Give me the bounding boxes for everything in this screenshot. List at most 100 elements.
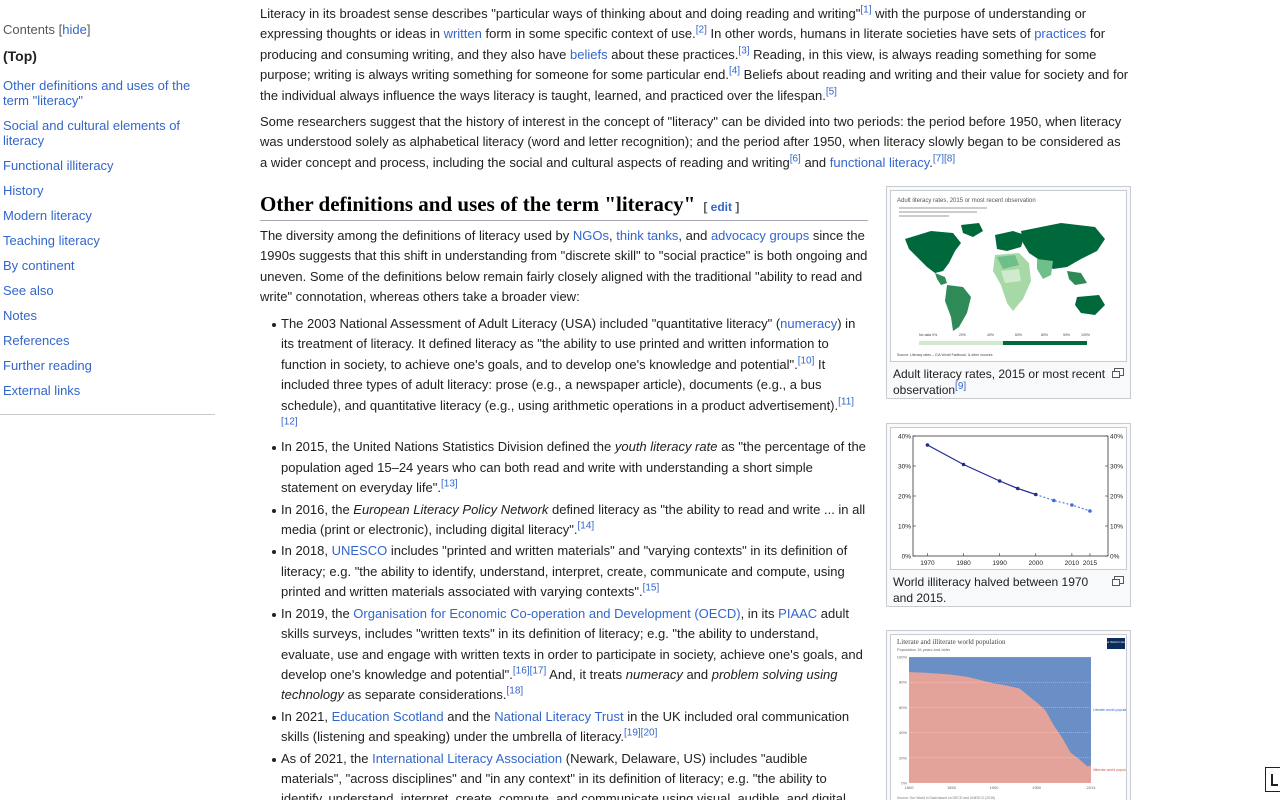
- toc-item-social-cultural[interactable]: Social and cultural elements of literacy: [0, 118, 215, 148]
- y-tick-label: 100%: [897, 655, 908, 660]
- citation-7-8[interactable]: [7][8]: [933, 153, 955, 164]
- citation-14[interactable]: [14]: [578, 521, 595, 532]
- y-tick-label-right: 0%: [1110, 554, 1120, 561]
- map-caption: Adult literacy rates, 2015 or most recen…: [890, 362, 1127, 400]
- y-tick-label-left: 40%: [898, 434, 911, 441]
- link-beliefs[interactable]: beliefs: [570, 47, 608, 62]
- text-run: Literacy in its broadest sense describes…: [260, 6, 861, 21]
- toc-item-teaching-literacy[interactable]: Teaching literacy: [0, 233, 215, 248]
- citation-16-17[interactable]: [16][17]: [513, 666, 546, 677]
- link-ngos[interactable]: NGOs: [573, 228, 609, 243]
- link-practices[interactable]: practices: [1034, 26, 1086, 41]
- link-written[interactable]: written: [444, 26, 482, 41]
- link-numeracy[interactable]: numeracy: [780, 316, 837, 331]
- link-think-tanks[interactable]: think tanks: [616, 228, 678, 243]
- toc-item-functional-illiteracy[interactable]: Functional illiteracy: [0, 158, 215, 173]
- intro-paragraph-1: Literacy in its broadest sense describes…: [260, 4, 1130, 106]
- text-run: about these practices.: [607, 46, 739, 62]
- map-legend-label: 90%: [1063, 333, 1070, 337]
- list-item: In 2019, the Organisation for Economic C…: [260, 604, 868, 706]
- link-education-scotland[interactable]: Education Scotland: [332, 709, 444, 724]
- y-tick-label-left: 30%: [898, 464, 911, 471]
- map-image[interactable]: Adult literacy rates, 2015 or most recen…: [890, 190, 1127, 362]
- text-run: Some researchers suggest that the histor…: [260, 114, 1122, 170]
- toc-item-see-also[interactable]: See also: [0, 283, 215, 298]
- text-run: The diversity among the definitions of l…: [260, 228, 573, 243]
- text-run: In other words, humans in literate socie…: [706, 26, 1035, 42]
- map-description-line: [899, 215, 949, 217]
- enlarge-icon[interactable]: [1112, 576, 1124, 586]
- y-tick-label-right: 20%: [1110, 494, 1123, 501]
- link-functional-literacy[interactable]: functional literacy: [830, 155, 929, 170]
- edit-section-link[interactable]: edit: [711, 200, 732, 214]
- link-advocacy-groups[interactable]: advocacy groups: [711, 228, 809, 243]
- map-description-line: [899, 211, 977, 213]
- citation-1[interactable]: [1]: [860, 5, 871, 16]
- map-source: Source: Literacy rates – CIA World Factb…: [897, 353, 993, 357]
- citation-2[interactable]: [2]: [696, 25, 707, 36]
- literacy-map-svg: Adult literacy rates, 2015 or most recen…: [897, 198, 1105, 357]
- citation-5[interactable]: [5]: [826, 86, 837, 97]
- link-unesco[interactable]: UNESCO: [332, 543, 388, 558]
- toc-toggle-icon[interactable]: [1265, 767, 1280, 792]
- plot-frame: [912, 435, 1109, 557]
- map-legend-label: 100%: [1081, 333, 1090, 337]
- toc-item-by-continent[interactable]: By continent: [0, 258, 215, 273]
- citation-4[interactable]: [4]: [729, 66, 740, 77]
- map-title: Adult literacy rates, 2015 or most recen…: [897, 198, 1036, 204]
- link-piaac[interactable]: PIAAC: [778, 606, 817, 621]
- toc-hide-link[interactable]: hide: [62, 22, 87, 37]
- citation-19-20[interactable]: [19][20]: [624, 728, 657, 739]
- y-tick-label-left: 10%: [898, 524, 911, 531]
- toc-item-notes[interactable]: Notes: [0, 308, 215, 323]
- citation-13[interactable]: [13]: [441, 479, 458, 490]
- text-run: form in some specific context of use.: [481, 26, 696, 42]
- toc-item-external-links[interactable]: External links: [0, 383, 215, 398]
- link-national-literacy-trust[interactable]: National Literacy Trust: [494, 709, 623, 724]
- edit-bracket-open: [: [703, 200, 711, 214]
- toc-item-further-reading[interactable]: Further reading: [0, 358, 215, 373]
- y-tick-label: 60%: [899, 705, 907, 710]
- population-chart-image[interactable]: Literate and illiterate world population…: [890, 634, 1127, 800]
- series-line-projected: [1035, 494, 1091, 512]
- map-caption-text: Adult literacy rates, 2015 or most recen…: [893, 367, 1106, 397]
- section-heading: Other definitions and uses of the term "…: [260, 192, 868, 221]
- map-legend-label: 40%: [987, 333, 994, 337]
- list-item: As of 2021, the International Literacy A…: [260, 749, 868, 800]
- illiteracy-chart-image[interactable]: 0% 0% 10% 10% 20% 20% 30% 30% 40% 40% 1970 1980 1990…: [890, 427, 1127, 570]
- toc-item-references[interactable]: References: [0, 333, 215, 348]
- toc-item-top[interactable]: (Top): [0, 49, 215, 64]
- citation-10[interactable]: [10]: [798, 355, 815, 366]
- x-tick-label: 1970: [920, 560, 935, 567]
- data-point: [1070, 503, 1074, 507]
- list-item: In 2021, Education Scotland and the Nati…: [260, 707, 868, 748]
- citation-18[interactable]: [18]: [507, 686, 524, 697]
- link-oecd[interactable]: Organisation for Economic Co-operation a…: [353, 606, 740, 621]
- x-tick-label: 2010: [1065, 560, 1080, 567]
- toc-item-modern-literacy[interactable]: Modern literacy: [0, 208, 215, 223]
- citation-15[interactable]: [15]: [643, 583, 660, 594]
- continent-south-america: [945, 285, 971, 331]
- citation-6[interactable]: [6]: [790, 153, 801, 164]
- illiteracy-caption: World illiteracy halved between 1970 and…: [890, 570, 1127, 608]
- map-legend-bar-high: [1003, 341, 1087, 345]
- continent-central-america: [935, 273, 947, 285]
- y-tick-label: 40%: [899, 730, 907, 735]
- area-chart-subtitle: Population 15 years and older: [897, 647, 951, 652]
- data-point: [925, 443, 930, 447]
- text-run: , in its: [740, 605, 779, 621]
- enlarge-icon[interactable]: [1112, 368, 1124, 378]
- definitions-paragraph: The diversity among the definitions of l…: [260, 226, 868, 308]
- text-run: and the: [443, 708, 495, 724]
- toc-item-history[interactable]: History: [0, 183, 215, 198]
- toc-item-other-definitions[interactable]: Other definitions and uses of the term "…: [0, 78, 215, 108]
- text-run: and: [800, 154, 830, 170]
- citation-9[interactable]: [9]: [955, 381, 966, 392]
- citation-3[interactable]: [3]: [738, 45, 749, 56]
- x-tick-label: 2000: [1029, 560, 1044, 567]
- text-run: As of 2021, the: [281, 750, 373, 766]
- italic-term: numeracy: [625, 666, 683, 682]
- region-southeast-asia: [1067, 271, 1087, 285]
- edit-section-wrapper: [ edit ]: [703, 200, 739, 214]
- link-international-literacy-association[interactable]: International Literacy Association: [372, 751, 562, 766]
